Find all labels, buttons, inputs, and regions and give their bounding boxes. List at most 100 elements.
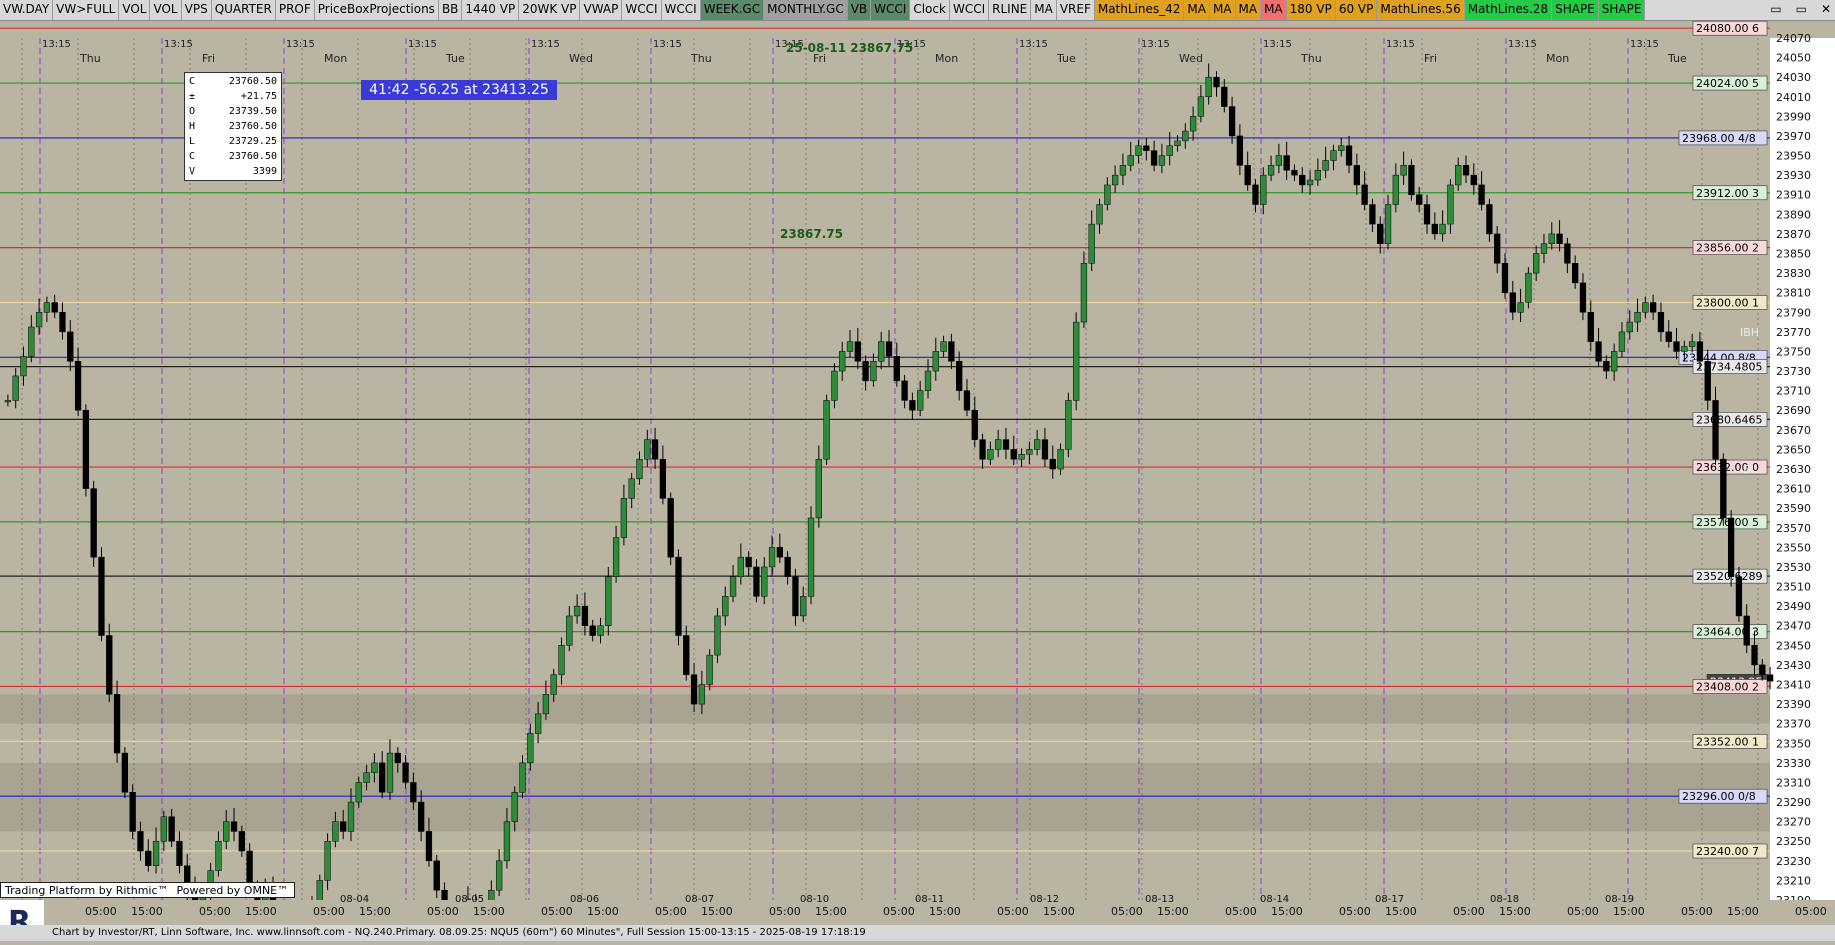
candle-body [1034, 439, 1041, 450]
candle-body [511, 792, 518, 822]
time-tick-label: 05:00 [1681, 905, 1713, 918]
toolbar-item[interactable]: 60 VP [1335, 0, 1378, 20]
candle-body [698, 684, 706, 705]
toolbar-item[interactable]: VOL [119, 0, 151, 20]
candle-body [597, 625, 604, 636]
toolbar-item[interactable]: MathLines_42 [1094, 0, 1185, 20]
toolbar-item[interactable]: 20WK VP [519, 0, 581, 20]
price-tick-label: 23670 [1776, 424, 1811, 437]
candle-body [776, 547, 783, 558]
toolbar-item[interactable]: WCCI [871, 0, 911, 20]
price-tick-label: 23710 [1776, 385, 1811, 398]
day-label: Thu [1300, 52, 1322, 65]
toolbar-item[interactable]: QUARTER [211, 0, 276, 20]
toolbar-item[interactable]: MA [1184, 0, 1210, 20]
candle-body [1400, 165, 1407, 176]
candle-body [1166, 145, 1173, 156]
time-tick-label: 05:00 [1225, 905, 1257, 918]
candle-body [1618, 331, 1626, 352]
toolbar-item[interactable]: WCCI [949, 0, 990, 20]
price-tick-label: 23570 [1776, 522, 1811, 535]
level-label: 23240.00 7 [1696, 845, 1759, 858]
toolbar-item[interactable]: MA [1209, 0, 1236, 20]
toolbar-item[interactable]: VWAP [580, 0, 623, 20]
candle-body [1026, 449, 1033, 455]
session-marker-label: 13:15 [1508, 39, 1537, 50]
toolbar-item[interactable]: VPS [181, 0, 212, 20]
candle-body [1572, 263, 1579, 284]
price-tick-label: 23810 [1776, 287, 1811, 300]
status-text: Chart by Investor/RT, Linn Software, Inc… [52, 927, 866, 938]
price-tick-label: 23750 [1776, 345, 1811, 358]
toolbar-item[interactable]: WEEK.GC [700, 0, 765, 20]
candle-body [1657, 312, 1665, 333]
candle-body [1712, 400, 1719, 460]
price-tick-label: 23250 [1776, 835, 1811, 848]
day-label: Mon [935, 52, 958, 65]
ohlc-value: 23760.50 [228, 121, 277, 132]
toolbar-item[interactable]: VB [847, 0, 872, 20]
toolbar-item[interactable]: MA [1261, 0, 1287, 20]
candle-body [238, 831, 245, 852]
toolbar-item[interactable]: PROF [275, 0, 315, 20]
session-marker-label: 13:15 [1019, 39, 1048, 50]
restore-icon[interactable]: ▭ [1770, 0, 1781, 19]
toolbar-item[interactable]: SHAPE [1552, 0, 1599, 20]
maximize-icon[interactable]: ▭ [1796, 0, 1807, 19]
candle-body [784, 556, 791, 578]
price-tick-label: 23450 [1776, 639, 1811, 652]
toolbar-item[interactable]: VW.DAY [0, 0, 54, 20]
session-marker-label: 13:15 [286, 39, 315, 50]
toolbar-item[interactable]: MA [1031, 0, 1057, 20]
toolbar-item[interactable]: VREF [1056, 0, 1095, 20]
toolbar-item[interactable]: VOL [150, 0, 182, 20]
candle-body [1704, 361, 1711, 401]
candle-body [956, 361, 963, 391]
toolbar-item[interactable]: 180 VP [1286, 0, 1336, 20]
toolbar-item[interactable]: RLINE [989, 0, 1032, 20]
candle-body [168, 816, 175, 842]
price-tick-label: 23550 [1776, 541, 1811, 554]
candle-body [636, 458, 643, 480]
value-area-band [0, 694, 1770, 724]
candle-body [347, 801, 355, 832]
candle-body [1447, 184, 1454, 225]
close-icon[interactable]: ✕ [1821, 0, 1831, 19]
price-tick-label: 23930 [1776, 169, 1811, 182]
toolbar-item[interactable]: MA [1235, 0, 1262, 20]
candle-body [82, 409, 90, 489]
candle-body [566, 615, 573, 646]
candle-body [1431, 223, 1438, 235]
toolbar-item[interactable]: Clock [910, 0, 950, 20]
candle-body [355, 782, 362, 803]
candle-body [893, 356, 900, 382]
date-tick-label: 08-04 [340, 894, 369, 905]
day-label: Wed [1179, 52, 1203, 65]
candle-body [90, 488, 97, 558]
toolbar-item[interactable]: MONTHLY.GC [764, 0, 848, 20]
candle-body [714, 615, 721, 656]
toolbar-item[interactable]: BB [438, 0, 463, 20]
candle-body [1416, 194, 1423, 205]
ohlc-key: C [189, 151, 196, 162]
toolbar-item[interactable]: 1440 VP [462, 0, 520, 20]
session-marker-label: 13:15 [1386, 39, 1415, 50]
toolbar-item[interactable]: VW>FULL [53, 0, 120, 20]
candle-body [1228, 106, 1236, 137]
toolbar-item[interactable]: SHAPE [1598, 0, 1646, 20]
toolbar-item[interactable]: WCCI [661, 0, 701, 20]
ohlc-key: C [189, 76, 196, 87]
toolbar-item[interactable]: WCCI [622, 0, 662, 20]
toolbar-item[interactable]: PriceBoxProjections [314, 0, 439, 20]
candle-body [1759, 664, 1766, 675]
candle-body [1455, 165, 1462, 186]
toolbar-item[interactable]: MathLines.56 [1377, 0, 1465, 20]
candle-body [1275, 155, 1283, 166]
date-tick-label: 08-12 [1030, 894, 1059, 905]
toolbar-item[interactable]: MathLines.28 [1464, 0, 1553, 20]
candle-body [113, 694, 121, 754]
ohlc-row: O 23739.50 [189, 104, 277, 119]
chart-annotation: 23867.75 [780, 227, 843, 241]
date-tick-label: 08-11 [915, 894, 944, 905]
candle-body [1556, 233, 1563, 244]
